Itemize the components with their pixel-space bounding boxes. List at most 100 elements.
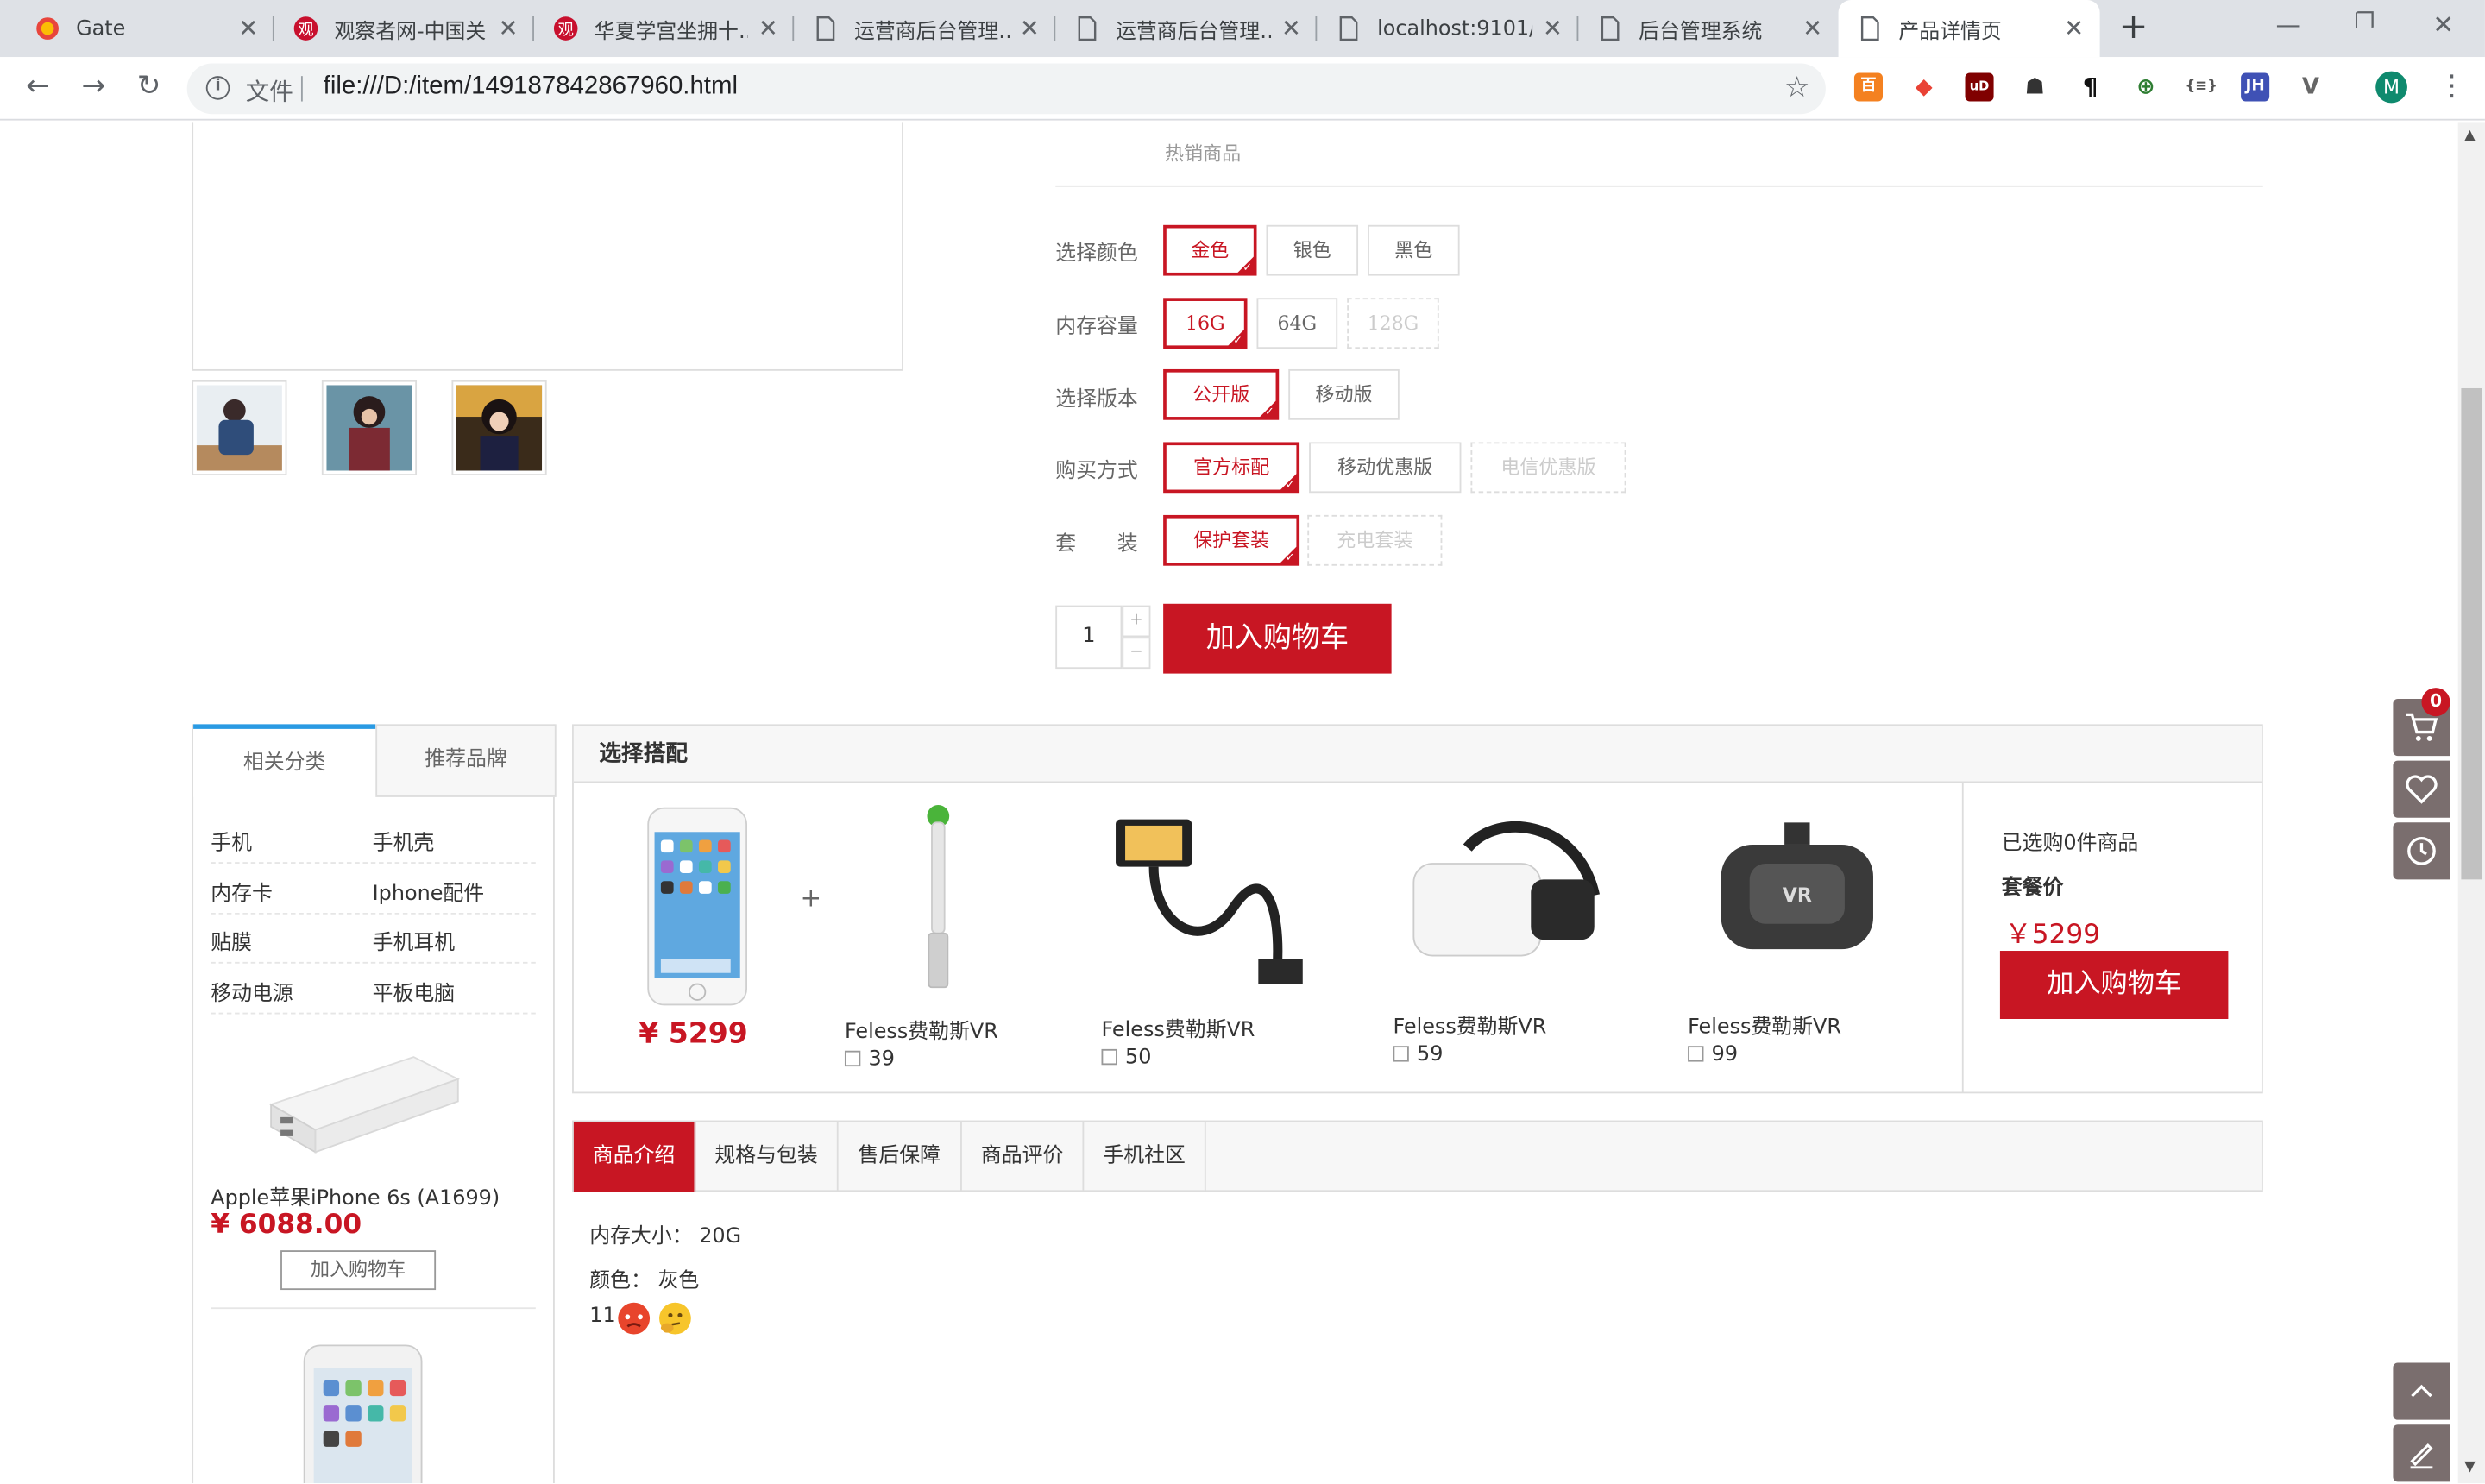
bookmark-star-icon[interactable]: ☆: [1784, 72, 1810, 105]
restore-icon[interactable]: ❐: [2355, 9, 2375, 35]
option-purchase-telecom[interactable]: 电信优惠版: [1470, 442, 1626, 494]
category-link[interactable]: 平板电脑: [373, 976, 456, 1007]
close-icon[interactable]: ✕: [1020, 15, 1040, 43]
hot-products-label: 热销商品: [1164, 142, 1242, 166]
option-memory-128g[interactable]: 128G: [1347, 298, 1439, 349]
option-version-mobile[interactable]: 移动版: [1288, 368, 1400, 420]
close-icon[interactable]: ✕: [1543, 15, 1563, 43]
close-icon[interactable]: ✕: [758, 15, 778, 43]
category-link[interactable]: 手机壳: [373, 826, 435, 856]
reload-icon[interactable]: ↻: [130, 70, 168, 104]
tab-reviews[interactable]: 商品评价: [962, 1122, 1085, 1192]
tab-guancha-1[interactable]: 观 观察者网-中国关 ✕: [274, 0, 534, 57]
close-icon[interactable]: ✕: [238, 15, 258, 43]
option-color-black[interactable]: 黑色: [1368, 224, 1460, 276]
tab-title: 后台管理系统: [1639, 19, 1763, 44]
page-scrollbar[interactable]: ▲ ▼: [2457, 122, 2485, 1484]
minimize-icon[interactable]: —: [2276, 9, 2301, 40]
category-link[interactable]: 内存卡: [211, 877, 273, 907]
option-package-charge[interactable]: 充电套装: [1307, 514, 1443, 566]
quantity-minus-button[interactable]: −: [1122, 637, 1151, 670]
close-icon[interactable]: ✕: [1802, 15, 1822, 43]
option-memory-16g[interactable]: 16G: [1163, 298, 1248, 349]
tab-title: 产品详情页: [1898, 19, 2002, 44]
close-icon[interactable]: ✕: [2064, 15, 2084, 43]
extension-paragraph-icon[interactable]: ¶: [2076, 72, 2105, 102]
tab-after-sales[interactable]: 售后保障: [839, 1122, 962, 1192]
browser-toolbar: ← → ↻ i 文件 file:///D:/item/1491878428679…: [0, 57, 2485, 121]
tab-phone-community[interactable]: 手机社区: [1084, 1122, 1206, 1192]
sidebar-product-name[interactable]: Apple苹果iPhone 6s (A1699): [211, 1180, 500, 1211]
menu-kebab-icon[interactable]: ⋮: [2438, 70, 2466, 104]
extension-tampermonkey-icon[interactable]: ☗: [2020, 72, 2049, 102]
tab-specs-packaging[interactable]: 规格与包装: [695, 1122, 839, 1192]
sidebar-add-to-cart-button[interactable]: 加入购物车: [280, 1250, 437, 1291]
new-tab-button[interactable]: +: [2119, 8, 2148, 47]
feedback-button[interactable]: [2393, 1424, 2450, 1482]
extension-jh-icon[interactable]: JH: [2241, 72, 2270, 102]
combo-item-checkbox[interactable]: 39: [844, 1047, 895, 1072]
tab-admin-2[interactable]: 运营商后台管理… ✕: [1055, 0, 1318, 57]
url-scheme: 文件: [245, 77, 293, 107]
option-memory-64g[interactable]: 64G: [1256, 298, 1338, 349]
combo-item-checkbox[interactable]: 99: [1688, 1043, 1738, 1066]
combo-add-to-cart-button[interactable]: 加入购物车: [1999, 951, 2229, 1019]
extension-v-icon[interactable]: V: [2296, 72, 2325, 102]
option-version-public[interactable]: 公开版: [1163, 368, 1280, 420]
tab-product-detail[interactable]: 产品详情页 ✕: [1838, 0, 2100, 58]
sidebar-history-button[interactable]: [2393, 822, 2450, 880]
product-thumbnail[interactable]: [321, 380, 418, 476]
tab-recommended-brands[interactable]: 推荐品牌: [375, 724, 557, 797]
quantity-input[interactable]: 1: [1055, 605, 1123, 670]
tab-gate[interactable]: Gate ✕: [16, 0, 274, 57]
category-link[interactable]: Iphone配件: [373, 877, 485, 907]
category-link[interactable]: 手机: [211, 826, 252, 856]
close-icon[interactable]: ✕: [498, 15, 518, 43]
tab-admin-1[interactable]: 运营商后台管理… ✕: [794, 0, 1056, 57]
combo-title: 选择搭配: [573, 726, 2262, 783]
back-icon[interactable]: ←: [19, 70, 57, 104]
scroll-up-arrow-icon[interactable]: ▲: [2464, 129, 2476, 144]
forward-icon[interactable]: →: [74, 70, 112, 104]
scrollbar-thumb[interactable]: [2461, 387, 2482, 880]
extension-location-icon[interactable]: ◆: [1909, 72, 1939, 102]
option-color-silver[interactable]: 银色: [1266, 224, 1359, 276]
extension-baidu-icon[interactable]: 百: [1853, 72, 1883, 102]
category-link[interactable]: 贴膜: [211, 926, 252, 956]
option-package-protect[interactable]: 保护套装: [1163, 514, 1300, 566]
tab-admin-system[interactable]: 后台管理系统 ✕: [1578, 0, 1838, 57]
extension-json-icon[interactable]: {≡}: [2183, 72, 2219, 102]
category-link[interactable]: 手机耳机: [373, 926, 456, 956]
close-icon[interactable]: ✕: [1281, 15, 1301, 43]
tab-title: 观察者网-中国关: [334, 19, 487, 44]
combo-item-checkbox[interactable]: 50: [1101, 1046, 1151, 1070]
product-thumbnail[interactable]: [451, 380, 547, 476]
add-to-cart-button[interactable]: 加入购物车: [1163, 603, 1392, 674]
option-purchase-official[interactable]: 官方标配: [1163, 442, 1300, 494]
iphone-image[interactable]: [301, 1343, 425, 1484]
tab-localhost[interactable]: localhost:9101/… ✕: [1317, 0, 1579, 57]
tab-related-categories[interactable]: 相关分类: [193, 724, 376, 797]
tab-guancha-2[interactable]: 观 华夏学宫坐拥十… ✕: [534, 0, 795, 57]
power-bank-image[interactable]: [261, 1041, 464, 1165]
sidebar-favorite-button[interactable]: [2393, 760, 2450, 818]
product-thumbnail[interactable]: [192, 380, 287, 476]
option-purchase-mobile[interactable]: 移动优惠版: [1309, 442, 1462, 494]
window-close-icon[interactable]: ✕: [2432, 9, 2454, 40]
extension-ublock-icon[interactable]: uD: [1965, 72, 1994, 102]
tab-product-intro[interactable]: 商品介绍: [573, 1122, 696, 1192]
combo-selected-count: 已选购0件商品: [2001, 832, 2139, 856]
extension-green-icon[interactable]: ⊕: [2131, 72, 2161, 102]
profile-avatar[interactable]: M: [2375, 71, 2407, 104]
divider: [211, 912, 536, 915]
back-to-top-button[interactable]: [2393, 1362, 2450, 1420]
address-bar[interactable]: i 文件 file:///D:/item/149187842867960.htm…: [186, 63, 1826, 115]
option-color-gold[interactable]: 金色: [1163, 224, 1257, 276]
scroll-down-arrow-icon[interactable]: ▼: [2464, 1460, 2476, 1475]
combo-package-label: 套餐价: [2001, 876, 2064, 901]
quantity-plus-button[interactable]: +: [1122, 605, 1151, 638]
url-text[interactable]: file:///D:/item/149187842867960.html: [324, 72, 738, 101]
category-link[interactable]: 移动电源: [211, 976, 293, 1007]
combo-item-checkbox[interactable]: 59: [1393, 1043, 1443, 1066]
info-icon[interactable]: i: [205, 76, 230, 100]
